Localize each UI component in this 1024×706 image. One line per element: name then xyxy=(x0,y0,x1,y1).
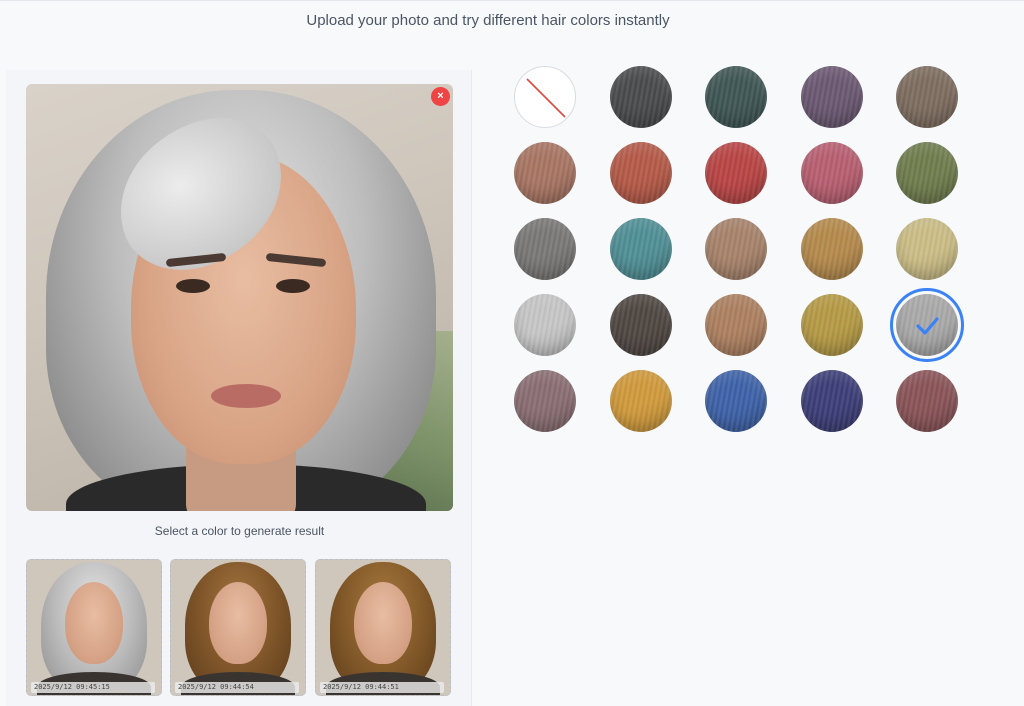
color-swatch-copper-brown[interactable] xyxy=(514,142,576,204)
thumbnail-face xyxy=(65,582,123,664)
color-swatch-copper-red[interactable] xyxy=(610,142,672,204)
remove-photo-button[interactable]: × xyxy=(431,87,450,106)
color-swatch-olive[interactable] xyxy=(896,142,958,204)
top-divider xyxy=(0,0,1024,1)
color-swatch-burgundy[interactable] xyxy=(896,370,958,432)
photo-eye-right xyxy=(276,279,310,293)
color-swatch-caramel[interactable] xyxy=(801,218,863,280)
uploaded-photo xyxy=(26,84,453,511)
color-swatch-ash-gray[interactable] xyxy=(514,218,576,280)
color-swatch-mauve[interactable] xyxy=(514,370,576,432)
color-swatch-silver[interactable] xyxy=(514,294,576,356)
color-swatch-tan-brown[interactable] xyxy=(705,294,767,356)
thumbnail-timestamp: 2025/9/12 09:44:54 xyxy=(175,682,299,693)
color-swatch-gold[interactable] xyxy=(801,294,863,356)
select-color-hint: Select a color to generate result xyxy=(154,524,325,538)
color-swatch-navy-purple[interactable] xyxy=(801,370,863,432)
color-swatch-plum[interactable] xyxy=(801,66,863,128)
no-color-swatch[interactable] xyxy=(514,66,576,128)
color-swatch-black[interactable] xyxy=(610,66,672,128)
color-swatch-red[interactable] xyxy=(705,142,767,204)
thumbnail-face xyxy=(354,582,412,664)
page-subtitle: Upload your photo and try different hair… xyxy=(306,12,670,29)
color-swatch-ash-brown[interactable] xyxy=(896,66,958,128)
color-swatch-honey[interactable] xyxy=(610,370,672,432)
thumbnail-timestamp: 2025/9/12 09:45:15 xyxy=(31,682,155,693)
color-swatch-gray[interactable] xyxy=(890,288,964,362)
color-swatch-rose[interactable] xyxy=(801,142,863,204)
history-thumbnail[interactable]: 2025/9/12 09:45:15 xyxy=(26,559,162,696)
history-thumbnail[interactable]: 2025/9/12 09:44:54 xyxy=(170,559,306,696)
photo-eye-left xyxy=(176,279,210,293)
selected-check-icon xyxy=(916,317,939,335)
color-swatch-light-brown[interactable] xyxy=(705,218,767,280)
color-swatch-blonde[interactable] xyxy=(896,218,958,280)
color-swatch-dark-brown[interactable] xyxy=(610,294,672,356)
color-swatch-dark-teal[interactable] xyxy=(705,66,767,128)
hair-color-app: Upload your photo and try different hair… xyxy=(0,0,1024,706)
no-color-slash-icon xyxy=(526,78,566,118)
thumbnail-timestamp: 2025/9/12 09:44:51 xyxy=(320,682,444,693)
color-swatch-teal[interactable] xyxy=(610,218,672,280)
thumbnail-face xyxy=(209,582,267,664)
color-swatch-blue[interactable] xyxy=(705,370,767,432)
photo-lips xyxy=(211,384,281,408)
history-thumbnail[interactable]: 2025/9/12 09:44:51 xyxy=(315,559,451,696)
